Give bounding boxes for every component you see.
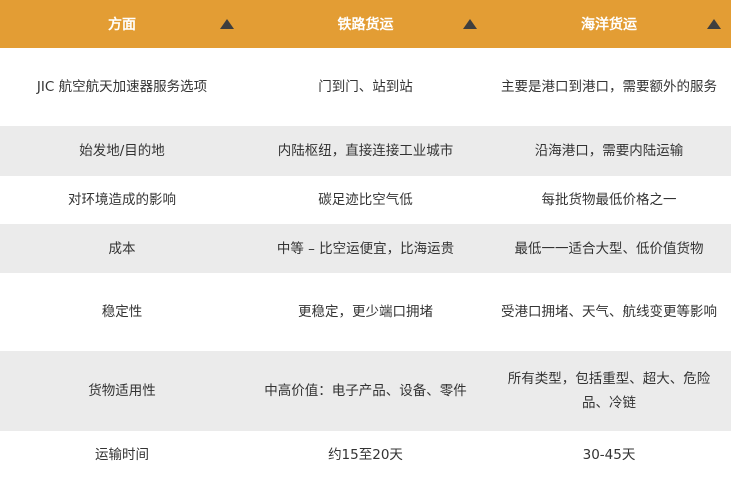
column-header-ocean[interactable]: 海洋货运: [487, 0, 731, 48]
cell-rail: 门到门、站到站: [318, 79, 413, 95]
cell-rail: 中高价值：电子产品、设备、零件: [264, 383, 467, 399]
cell-ocean: 沿海港口，需要内陆运输: [534, 143, 684, 159]
cell-ocean: 主要是港口到港口，需要额外的服务: [501, 79, 717, 95]
table-row: JIC 航空航天加速器服务选项 门到门、站到站 主要是港口到港口，需要额外的服务: [0, 48, 731, 126]
column-header-label: 海洋货运: [581, 17, 637, 33]
cell-ocean: 受港口拥堵、天气、航线变更等影响: [501, 304, 717, 320]
cell-rail: 内陆枢纽，直接连接工业城市: [277, 143, 454, 159]
table-row: 稳定性 更稳定，更少端口拥堵 受港口拥堵、天气、航线变更等影响: [0, 273, 731, 351]
cell-rail: 中等 – 比空运便宜，比海运贵: [276, 240, 455, 257]
cell-aspect: 稳定性: [101, 304, 143, 320]
table-row: 货物适用性 中高价值：电子产品、设备、零件 所有类型，包括重型、超大、危险品、冷…: [0, 351, 731, 431]
column-header-label: 方面: [108, 17, 136, 33]
cell-aspect: 货物适用性: [88, 383, 156, 399]
comparison-table: 方面 铁路货运 海洋货运 JIC 航空航天加速器服务选项 门到门、站到站 主要是…: [0, 0, 731, 478]
column-header-label: 铁路货运: [337, 17, 394, 33]
table-row: 对环境造成的影响 碳足迹比空气低 每批货物最低价格之一: [0, 176, 731, 224]
cell-ocean: 30-45天: [582, 446, 636, 463]
cell-aspect: 成本: [108, 240, 136, 257]
cell-ocean: 最低一一适合大型、低价值货物: [514, 240, 704, 257]
cell-ocean: 所有类型，包括重型、超大、危险品、冷链: [507, 371, 711, 411]
cell-aspect: JIC 航空航天加速器服务选项: [36, 79, 208, 95]
cell-aspect: 对环境造成的影响: [68, 192, 176, 208]
table-row: 成本 中等 – 比空运便宜，比海运贵 最低一一适合大型、低价值货物: [0, 224, 731, 273]
cell-aspect: 运输时间: [95, 446, 149, 463]
cell-rail: 约15至20天: [328, 446, 403, 463]
sort-icon[interactable]: [707, 19, 721, 29]
column-header-aspect[interactable]: 方面: [0, 0, 244, 48]
cell-rail: 更稳定，更少端口拥堵: [298, 304, 433, 320]
sort-icon[interactable]: [463, 19, 477, 29]
cell-aspect: 始发地/目的地: [79, 143, 165, 159]
table-row: 始发地/目的地 内陆枢纽，直接连接工业城市 沿海港口，需要内陆运输: [0, 126, 731, 176]
cell-ocean: 每批货物最低价格之一: [541, 192, 677, 208]
column-header-rail[interactable]: 铁路货运: [244, 0, 487, 48]
table-header: 方面 铁路货运 海洋货运: [0, 0, 731, 48]
sort-icon[interactable]: [220, 19, 234, 29]
table-row: 运输时间 约15至20天 30-45天: [0, 431, 731, 478]
cell-rail: 碳足迹比空气低: [318, 192, 413, 208]
table-body: JIC 航空航天加速器服务选项 门到门、站到站 主要是港口到港口，需要额外的服务…: [0, 48, 731, 478]
